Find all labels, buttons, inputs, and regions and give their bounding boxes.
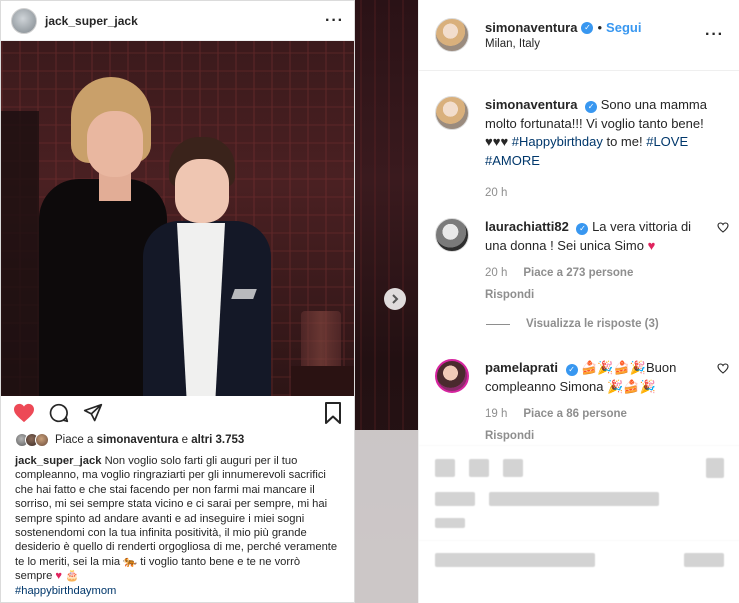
likes-count-link[interactable]: altri 3.753 bbox=[191, 434, 244, 446]
caption-text: Non voglio solo farti gli auguri per il … bbox=[15, 455, 338, 583]
obscured-input bbox=[435, 553, 595, 567]
obscured-actions-row bbox=[419, 445, 739, 490]
obscured-action-area bbox=[419, 445, 739, 603]
view-replies-button[interactable]: Visualizza le risposte (3) bbox=[486, 318, 659, 330]
post-location[interactable]: Milan, Italy bbox=[485, 38, 641, 50]
share-icon[interactable] bbox=[83, 403, 103, 423]
obscured-icon bbox=[469, 459, 489, 477]
comment-username[interactable]: laurachiatti82 bbox=[485, 219, 569, 234]
comment-time[interactable]: 20 h bbox=[485, 264, 507, 283]
comment-time[interactable]: 19 h bbox=[485, 405, 507, 424]
view-replies-label: Visualizza le risposte (3) bbox=[526, 318, 659, 330]
obscured-text bbox=[489, 492, 659, 506]
obscured-likes-row bbox=[419, 490, 739, 518]
post-detail-panel: simonaventura ✓ • Segui Milan, Italy ···… bbox=[418, 0, 739, 603]
comment-item: laurachiatti82 ✓ La vera vittoria di una… bbox=[435, 218, 731, 304]
author-username[interactable]: simonaventura bbox=[485, 20, 577, 35]
hashtag-link[interactable]: #Happybirthday bbox=[512, 134, 603, 149]
chevron-right-icon bbox=[390, 294, 400, 304]
verified-icon: ✓ bbox=[576, 223, 589, 236]
obscured-icon bbox=[503, 459, 523, 477]
post-photo[interactable] bbox=[1, 41, 354, 396]
follow-button[interactable]: Segui bbox=[606, 20, 641, 35]
bookmark-icon[interactable] bbox=[324, 402, 342, 424]
comment-likes[interactable]: Piace a 86 persone bbox=[523, 405, 627, 424]
post-actions bbox=[1, 396, 354, 430]
comment-item: pamelaprati ✓ 🍰🎉🍰🎉Buon compleanno Simona… bbox=[435, 359, 731, 445]
likes-summary: Piace a simonaventura e altri 3.753 bbox=[1, 430, 354, 450]
likes-text: Piace a simonaventura e altri 3.753 bbox=[55, 434, 244, 446]
caption-emoji: ♥ 🎂 bbox=[55, 570, 80, 583]
panel-header: simonaventura ✓ • Segui Milan, Italy ··· bbox=[419, 0, 739, 71]
obscured-button bbox=[684, 553, 724, 567]
caption-hashtag[interactable]: #happybirthdaymom bbox=[15, 585, 116, 597]
replies-line bbox=[486, 323, 510, 325]
photo-woman-face bbox=[87, 111, 143, 177]
caption-username[interactable]: jack_super_jack bbox=[15, 455, 101, 467]
embedded-post-card: jack_super_jack ··· Piace a simonaventur… bbox=[0, 0, 355, 603]
obscured-avatars bbox=[435, 492, 475, 506]
comment-emoji: ♥ bbox=[647, 237, 656, 253]
comment-username[interactable]: simonaventura bbox=[485, 97, 577, 112]
obscured-icon bbox=[435, 459, 455, 477]
more-options-icon[interactable]: ··· bbox=[705, 26, 724, 44]
liker-avatar bbox=[35, 433, 49, 447]
obscured-input-row bbox=[419, 540, 739, 579]
photo-boy-face bbox=[175, 159, 229, 223]
reply-button[interactable]: Rispondi bbox=[485, 286, 707, 305]
main-caption-comment: simonaventura ✓ Sono una mamma molto for… bbox=[435, 96, 731, 203]
reply-button[interactable]: Rispondi bbox=[485, 427, 707, 446]
heart-outline-icon[interactable] bbox=[717, 363, 729, 374]
likes-middle: e bbox=[181, 434, 188, 446]
verified-icon: ✓ bbox=[565, 364, 578, 377]
comment-username[interactable]: pamelaprati bbox=[485, 360, 558, 375]
avatar[interactable] bbox=[11, 7, 37, 34]
obscured-text bbox=[435, 518, 465, 528]
next-post-button[interactable] bbox=[384, 288, 406, 310]
photo-pocket-square bbox=[231, 289, 257, 299]
likes-user-link[interactable]: simonaventura bbox=[97, 434, 179, 446]
post-username[interactable]: jack_super_jack bbox=[45, 14, 138, 28]
verified-icon: ✓ bbox=[585, 101, 598, 114]
author-avatar[interactable] bbox=[435, 18, 469, 52]
hashtag-link[interactable]: #AMORE bbox=[485, 153, 540, 168]
photo-table bbox=[291, 366, 354, 396]
commenter-avatar[interactable] bbox=[435, 359, 469, 393]
background-lower bbox=[355, 430, 418, 603]
post-header: jack_super_jack ··· bbox=[1, 1, 354, 41]
comment-time[interactable]: 20 h bbox=[485, 184, 507, 203]
obscured-time-row bbox=[419, 518, 739, 540]
post-caption: jack_super_jack Non voglio solo farti gl… bbox=[1, 450, 354, 598]
heart-outline-icon[interactable] bbox=[717, 222, 729, 233]
heart-filled-icon[interactable] bbox=[13, 403, 35, 423]
verified-icon: ✓ bbox=[581, 21, 594, 34]
comment-likes[interactable]: Piace a 273 persone bbox=[523, 264, 633, 283]
likes-prefix: Piace a bbox=[55, 434, 94, 446]
background-pattern bbox=[360, 0, 410, 430]
comment-icon[interactable] bbox=[49, 403, 69, 423]
comment-text: to me! bbox=[606, 134, 643, 149]
more-options-icon[interactable]: ··· bbox=[325, 12, 344, 30]
commenter-avatar[interactable] bbox=[435, 218, 469, 252]
author-avatar[interactable] bbox=[435, 96, 469, 130]
photo-shelf bbox=[1, 111, 39, 396]
hashtag-link[interactable]: #LOVE bbox=[646, 134, 688, 149]
header-bullet: • bbox=[597, 20, 603, 35]
obscured-icon bbox=[706, 458, 724, 478]
photo-bottles bbox=[301, 311, 341, 371]
